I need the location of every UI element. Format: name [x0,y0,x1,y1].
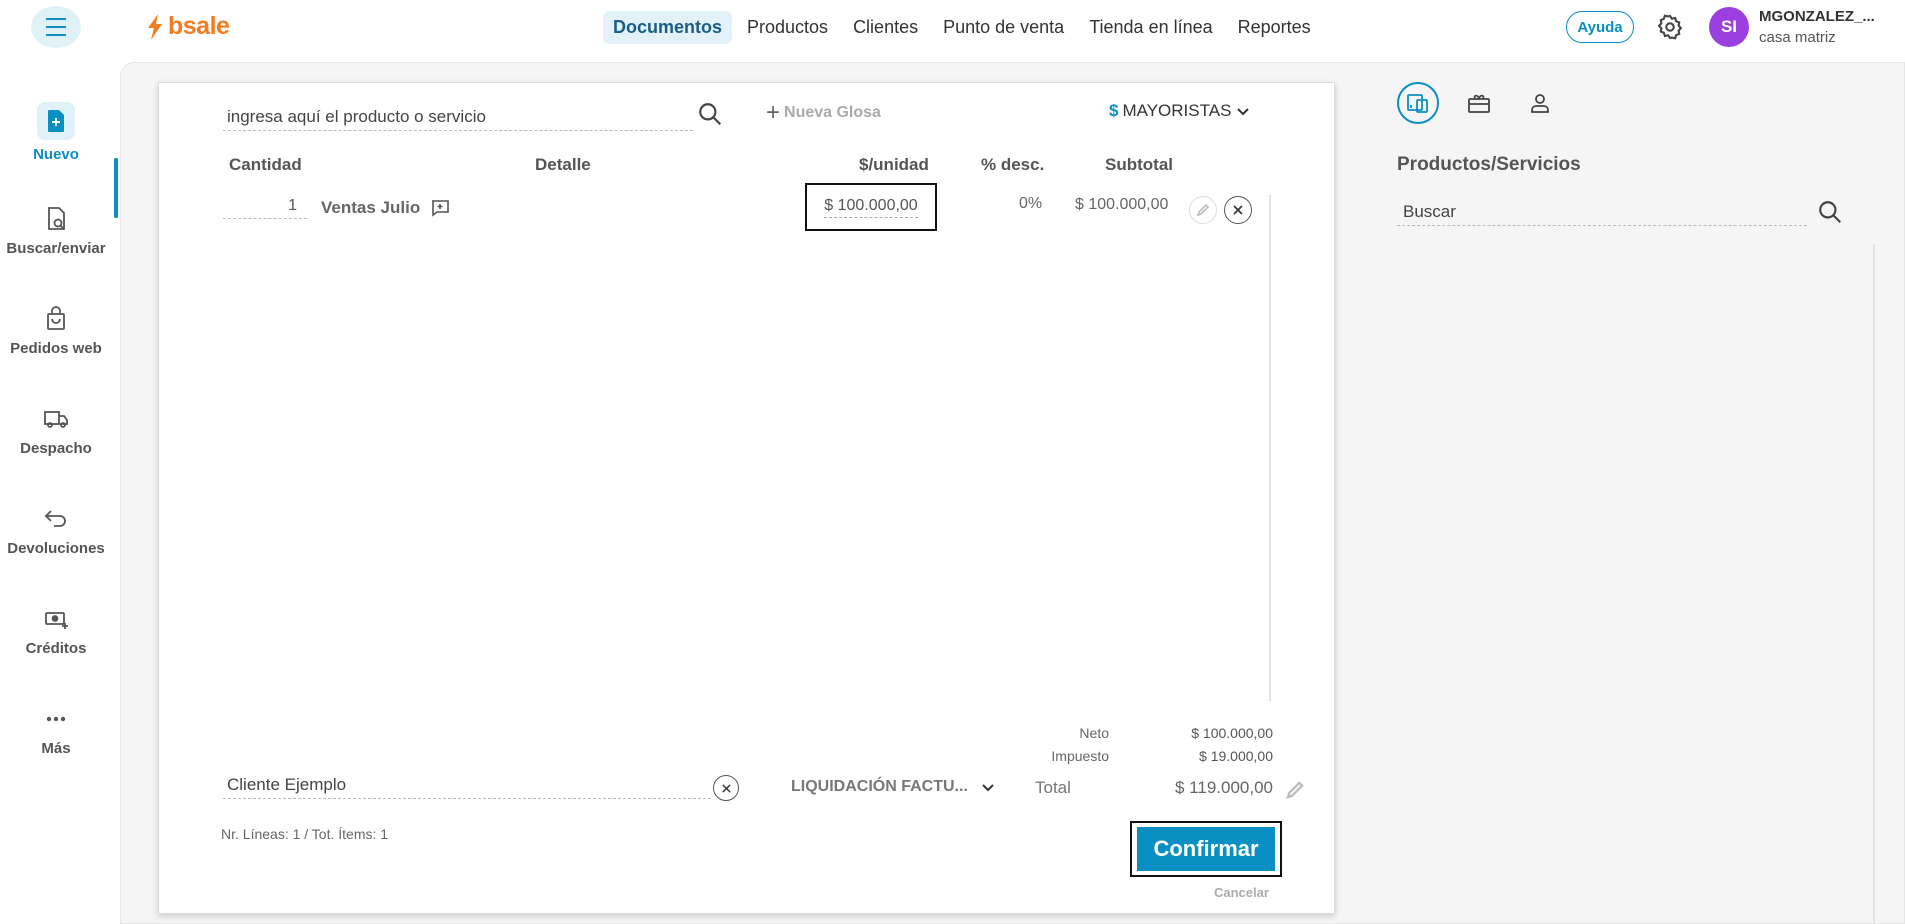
nueva-glosa-button[interactable]: + Nueva Glosa [766,101,881,125]
clear-client-button[interactable] [713,775,739,801]
price-list-symbol: $ [1109,101,1119,120]
nav-clientes[interactable]: Clientes [843,11,928,44]
nav-productos[interactable]: Productos [737,11,838,44]
panel-scrollbar[interactable] [1873,244,1875,924]
total-value: $ 119.000,00 [1175,778,1273,797]
document-type-label: LIQUIDACIÓN FACTU... [791,778,968,795]
top-bar: bsale Documentos Productos Clientes Punt… [0,0,1905,56]
bolt-icon [148,13,162,40]
nav-documentos[interactable]: Documentos [603,11,733,44]
lines-scrollbar[interactable] [1269,195,1271,701]
truck-icon [44,411,68,428]
sidebar-item-nuevo[interactable]: Nuevo [0,102,112,163]
nav-punto-de-venta[interactable]: Punto de venta [933,11,1074,44]
detail-text: Ventas Julio [321,198,421,217]
column-header-discount: % desc. [981,155,1045,174]
unit-price-value: $ 100.000,00 [824,197,918,218]
neto-label: Neto [1079,725,1109,741]
gift-icon [1468,94,1490,113]
neto-value: $ 100.000,00 [1191,725,1273,741]
close-icon [1233,205,1243,215]
search-icon [699,103,722,126]
sidebar-item-label: Devoluciones [7,540,105,557]
close-icon [721,783,731,793]
menu-button[interactable] [31,6,81,48]
detail-cell[interactable]: Ventas Julio [321,198,450,218]
sidebar-item-label: Nuevo [33,146,79,163]
lines-summary: Nr. Líneas: 1 / Tot. Ítems: 1 [221,826,389,842]
more-dots-icon [46,716,66,722]
sidebar-item-despacho[interactable]: Despacho [0,404,112,457]
user-name[interactable]: MGONZALEZ_... [1759,8,1875,25]
add-comment-icon[interactable] [430,199,450,217]
user-icon [1531,94,1549,113]
sidebar-item-label: Más [41,740,71,757]
product-search-input[interactable] [223,103,693,131]
unit-price-field[interactable]: $ 100.000,00 [805,183,937,231]
search-icon [1819,201,1842,224]
sidebar-item-label: Despacho [20,440,92,457]
main-navigation: Documentos Productos Clientes Punto de v… [603,11,1326,44]
confirm-button[interactable]: Confirmar [1137,827,1275,871]
money-add-icon [45,612,68,629]
nav-reportes[interactable]: Reportes [1228,11,1321,44]
avatar[interactable]: SI [1709,7,1749,47]
gear-icon[interactable] [1656,13,1684,41]
hamburger-icon [46,15,66,39]
sidebar-item-mas[interactable]: Más [0,704,112,757]
panel-search-input[interactable] [1397,198,1807,226]
tab-products[interactable] [1397,82,1439,124]
quantity-field[interactable]: 1 [223,197,307,219]
price-list-selector[interactable]: $ MAYORISTAS [1109,101,1251,121]
sidebar-item-pedidos-web[interactable]: Pedidos web [0,304,112,357]
pencil-icon[interactable] [1285,780,1305,800]
column-header-detalle: Detalle [535,155,591,174]
column-header-unit-price: $/unidad [859,155,929,174]
sidebar-item-buscar-enviar[interactable]: Buscar/enviar [0,204,112,257]
shopping-bag-icon [47,306,65,330]
new-document-icon [48,110,64,132]
search-document-icon [48,207,65,230]
brand-name: bsale [168,12,230,40]
chevron-down-icon [982,784,994,792]
price-list-label: MAYORISTAS [1122,101,1232,120]
impuesto-value: $ 19.000,00 [1199,748,1273,764]
help-button[interactable]: Ayuda [1566,11,1634,43]
product-search-button[interactable] [692,97,728,131]
delete-line-button[interactable] [1224,196,1252,224]
active-indicator [114,158,118,218]
impuesto-label: Impuesto [1051,748,1109,764]
sidebar-item-label: Créditos [25,640,87,657]
return-arrow-icon [44,510,66,527]
sidebar-item-label: Buscar/enviar [6,240,106,257]
cancel-link[interactable]: Cancelar [1214,885,1269,900]
sidebar-item-devoluciones[interactable]: Devoluciones [0,504,112,557]
confirm-focus-frame: Confirmar [1130,821,1282,877]
pos-devices-icon [1407,94,1428,113]
plus-icon: + [766,99,781,126]
sidebar-item-creditos[interactable]: Créditos [0,604,112,657]
panel-search-button[interactable] [1814,196,1846,228]
document-type-selector[interactable]: LIQUIDACIÓN FACTU... [791,778,996,796]
sidebar: Nuevo Buscar/enviar Pedidos web Despacho… [0,56,118,924]
chevron-down-icon [1237,108,1250,116]
column-header-subtotal: Subtotal [1105,155,1173,174]
document-card: + Nueva Glosa $ MAYORISTAS Cantidad Deta… [158,82,1335,914]
tab-gifts[interactable] [1458,82,1500,124]
client-input[interactable] [223,771,711,799]
edit-line-button[interactable] [1189,196,1217,224]
brand-logo[interactable]: bsale [146,12,230,41]
nav-tienda-en-linea[interactable]: Tienda en línea [1079,11,1222,44]
tab-client[interactable] [1519,82,1561,124]
panel-title: Productos/Servicios [1397,154,1581,175]
subtotal-value: $ 100.000,00 [1075,196,1169,213]
pencil-icon [1196,203,1210,217]
nueva-glosa-label: Nueva Glosa [784,104,881,121]
sidebar-item-label: Pedidos web [10,340,102,357]
discount-field[interactable]: 0% [1019,195,1042,213]
user-branch: casa matriz [1759,29,1836,46]
column-header-cantidad: Cantidad [229,155,302,174]
total-label: Total [1035,778,1071,797]
